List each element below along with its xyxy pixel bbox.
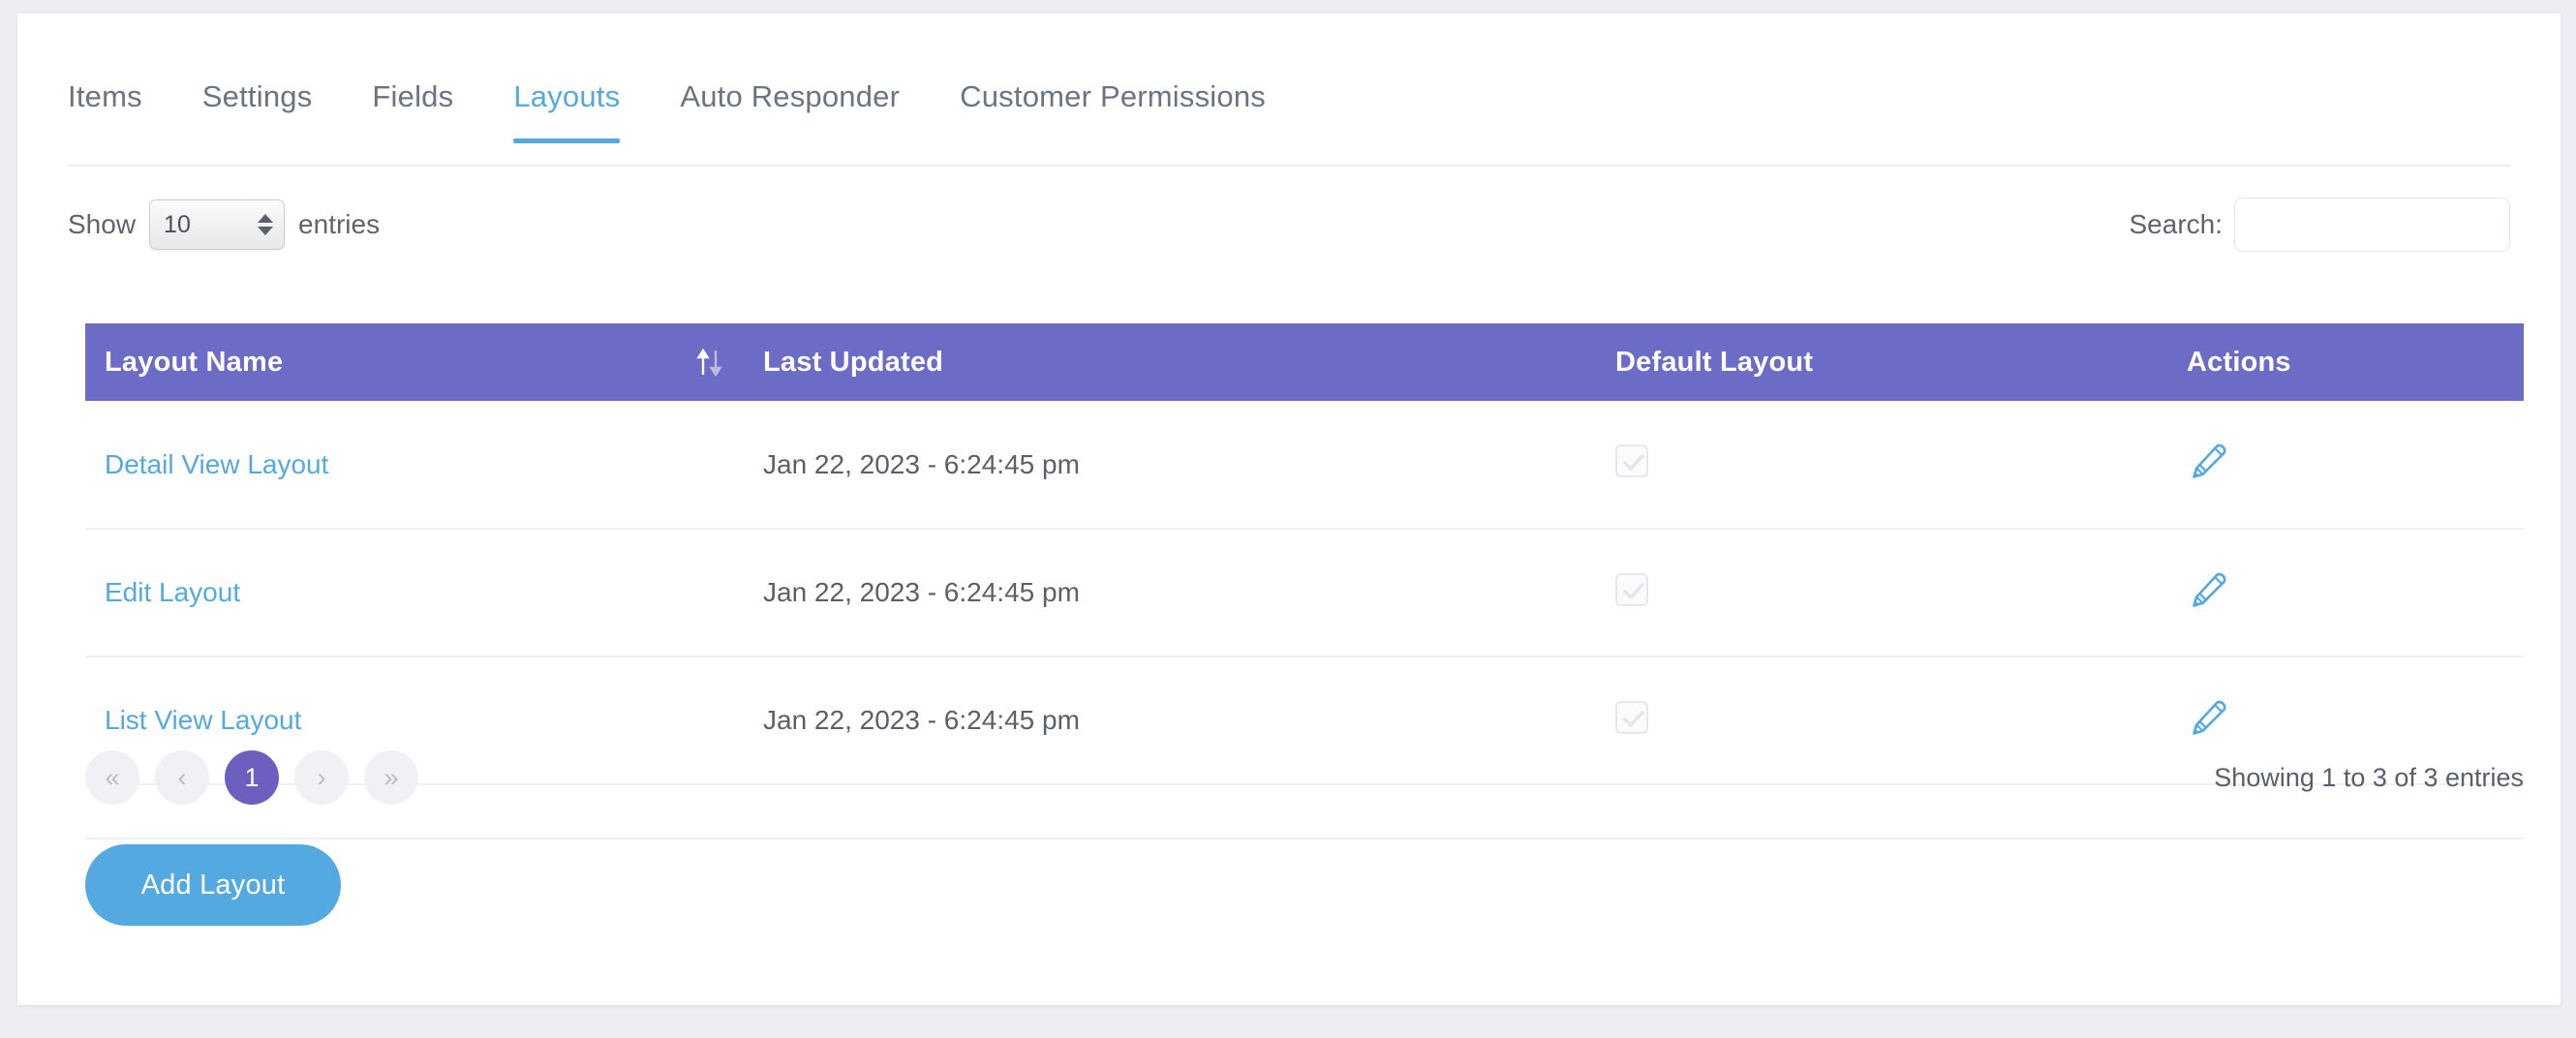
search-label: Search: (2129, 209, 2223, 239)
layout-name-link[interactable]: List View Layout (105, 705, 301, 735)
edit-pencil-icon[interactable] (2187, 568, 2229, 611)
cell-default-layout (1596, 529, 2167, 657)
cell-default-layout (1596, 401, 2167, 530)
column-header-layout-name[interactable]: Layout Name (85, 323, 744, 401)
tab-settings[interactable]: Settings (202, 74, 313, 141)
entries-select-wrapper: 102550100 (149, 199, 286, 250)
default-layout-checkbox (1615, 572, 1648, 606)
showing-entries-text: Showing 1 to 3 of 3 entries (2214, 762, 2524, 792)
table-controls: Show 102550100 entries Search: (68, 183, 2510, 266)
search-input[interactable] (2234, 198, 2510, 252)
pagination: « ‹ 1 › » (85, 735, 418, 820)
entries-select[interactable]: 102550100 (149, 199, 286, 250)
pagination-next-button[interactable]: › (294, 750, 349, 805)
show-entries-group: Show 102550100 entries (68, 183, 380, 266)
table-body: Detail View Layout Jan 22, 2023 - 6:24:4… (85, 401, 2524, 785)
cell-layout-name: Detail View Layout (85, 401, 744, 530)
cell-layout-name: Edit Layout (85, 529, 744, 657)
content-card: Items Settings Fields Layouts Auto Respo… (17, 14, 2561, 1005)
search-group: Search: (2129, 183, 2510, 266)
table-row: Edit Layout Jan 22, 2023 - 6:24:45 pm (85, 529, 2524, 657)
tab-customer-permissions[interactable]: Customer Permissions (960, 74, 1266, 141)
table-row: Detail View Layout Jan 22, 2023 - 6:24:4… (85, 401, 2524, 530)
pagination-previous-button[interactable]: ‹ (155, 750, 209, 805)
tab-bar: Items Settings Fields Layouts Auto Respo… (68, 74, 2510, 167)
default-layout-checkbox (1615, 700, 1648, 734)
page-root: Items Settings Fields Layouts Auto Respo… (0, 0, 2576, 1038)
layout-name-link[interactable]: Detail View Layout (105, 449, 328, 479)
entries-label: entries (298, 209, 381, 239)
table-header-row: Layout Name Last Updated Default Layout … (85, 323, 2524, 401)
cell-actions (2167, 401, 2524, 530)
tab-auto-responder[interactable]: Auto Responder (680, 74, 900, 141)
pagination-page-1-button[interactable]: 1 (225, 750, 279, 805)
show-label: Show (68, 209, 137, 239)
table-head: Layout Name Last Updated Default Layout … (85, 323, 2524, 401)
column-header-actions: Actions (2167, 323, 2524, 401)
edit-pencil-icon[interactable] (2187, 440, 2229, 482)
cell-last-updated: Jan 22, 2023 - 6:24:45 pm (744, 529, 1596, 657)
cell-actions (2167, 529, 2524, 657)
cell-last-updated: Jan 22, 2023 - 6:24:45 pm (744, 401, 1596, 530)
column-header-last-updated[interactable]: Last Updated (744, 323, 1596, 401)
tab-layouts[interactable]: Layouts (513, 74, 621, 143)
column-header-layout-name-label: Layout Name (105, 346, 284, 378)
default-layout-checkbox (1615, 444, 1648, 477)
sort-updown-icon[interactable] (695, 346, 724, 379)
pagination-last-button[interactable]: » (364, 750, 418, 805)
pagination-first-button[interactable]: « (85, 750, 139, 805)
layouts-table: Layout Name Last Updated Default Layout … (85, 323, 2524, 785)
tab-fields[interactable]: Fields (372, 74, 453, 141)
column-header-default-layout: Default Layout (1596, 323, 2167, 401)
layout-name-link[interactable]: Edit Layout (105, 577, 240, 607)
add-layout-button[interactable]: Add Layout (85, 844, 341, 926)
pagination-row: « ‹ 1 › » Showing 1 to 3 of 3 entries (85, 735, 2524, 840)
tab-items[interactable]: Items (68, 74, 142, 141)
edit-pencil-icon[interactable] (2187, 696, 2229, 739)
